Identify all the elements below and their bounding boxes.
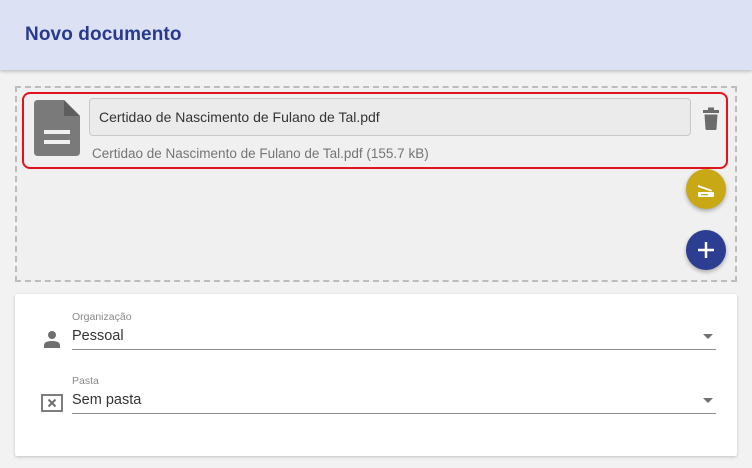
scanner-icon (698, 185, 714, 197)
organization-underline (72, 349, 716, 350)
organization-label: Organização (72, 311, 132, 323)
folder-select[interactable]: Sem pasta (72, 392, 141, 408)
add-file-button[interactable] (686, 230, 726, 270)
organization-chevron-down-icon[interactable] (703, 334, 713, 339)
app-header: Novo documento (0, 0, 752, 70)
folder-chevron-down-icon[interactable] (703, 398, 713, 403)
no-folder-icon (41, 394, 63, 412)
plus-icon (698, 242, 714, 258)
folder-label: Pasta (72, 375, 99, 387)
trash-icon[interactable] (700, 107, 722, 131)
document-icon (34, 100, 80, 156)
page-title: Novo documento (25, 24, 182, 45)
app-root: Novo documento Certidao de Nascimento de… (0, 0, 752, 468)
organization-select[interactable]: Pessoal (72, 328, 124, 344)
file-name-input[interactable] (89, 98, 691, 136)
folder-underline (72, 413, 716, 414)
scan-button[interactable] (686, 169, 726, 209)
person-icon (44, 331, 60, 348)
document-form-card: Organização Pessoal Pasta Sem pasta (15, 294, 737, 456)
file-info-text: Certidao de Nascimento de Fulano de Tal.… (92, 146, 429, 161)
